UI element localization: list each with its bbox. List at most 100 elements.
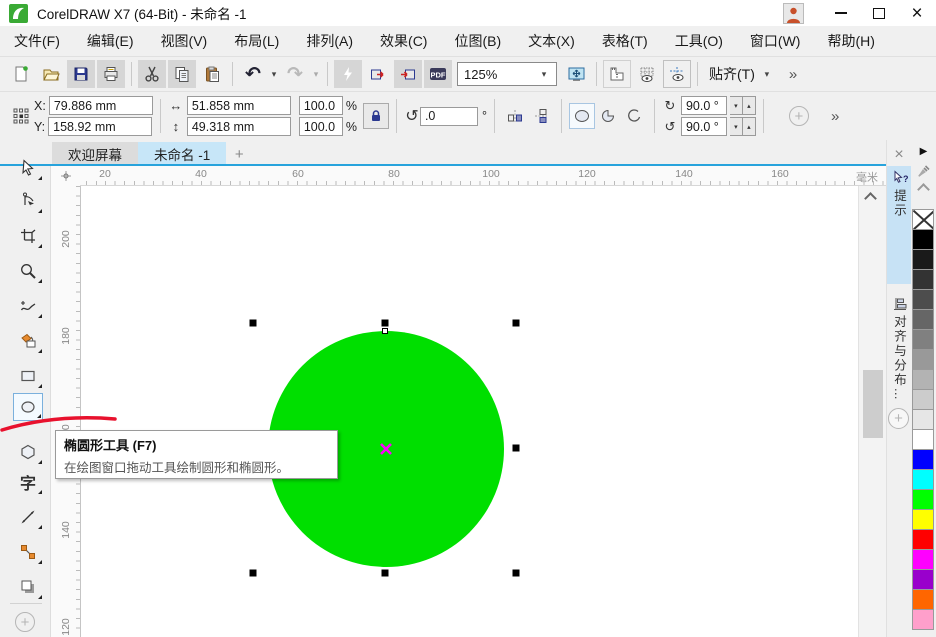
rulers-toggle-button[interactable] (603, 60, 631, 88)
handle-bottom-center[interactable] (382, 570, 389, 577)
color-swatch-gray-60[interactable] (912, 309, 934, 330)
minimize-button[interactable] (822, 1, 860, 25)
scale-horizontal-input[interactable]: 100.0 (299, 96, 343, 115)
mirror-horizontal-button[interactable] (502, 103, 528, 129)
export-button[interactable] (394, 60, 422, 88)
docker-tab-hints[interactable]: ? 提示 (887, 166, 912, 284)
new-tab-button[interactable]: + (226, 142, 252, 166)
fit-page-button[interactable] (562, 60, 590, 88)
color-eyedropper-icon[interactable] (917, 164, 931, 178)
scroll-up-button[interactable] (866, 194, 878, 206)
color-swatch-gray-30[interactable] (912, 369, 934, 390)
save-button[interactable] (67, 60, 95, 88)
menu-arrange[interactable]: 排列(A) (306, 31, 353, 51)
ellipse-node[interactable] (383, 329, 388, 334)
new-document-button[interactable] (7, 60, 35, 88)
y-position-input[interactable]: 158.92 mm (48, 117, 152, 136)
grid-toggle-button[interactable] (633, 60, 661, 88)
vertical-scrollbar[interactable] (858, 186, 886, 637)
cut-button[interactable] (138, 60, 166, 88)
paste-button[interactable] (198, 60, 226, 88)
color-swatch-gray-10[interactable] (912, 409, 934, 430)
freehand-tool[interactable] (13, 292, 43, 320)
x-position-input[interactable]: 79.886 mm (49, 96, 153, 115)
menu-file[interactable]: 文件(F) (14, 31, 60, 51)
end-angle-spin-down[interactable]: ▾ (730, 117, 743, 136)
handle-top-left[interactable] (250, 320, 257, 327)
connector-tool[interactable] (13, 538, 43, 566)
lock-ratio-button[interactable] (363, 103, 389, 129)
end-angle-input[interactable]: 90.0 ° (681, 117, 727, 136)
docker-close-button[interactable]: × (890, 146, 908, 164)
color-swatch-gray-50[interactable] (912, 329, 934, 350)
toolbar-overflow-button[interactable]: » (789, 66, 796, 83)
vertical-ruler[interactable]: 200 180 160 140 120 (51, 186, 80, 637)
menu-layout[interactable]: 布局(L) (234, 31, 279, 51)
drop-shadow-tool[interactable] (13, 573, 43, 601)
zoom-tool[interactable] (13, 257, 43, 285)
scrollbar-thumb[interactable] (863, 370, 883, 438)
quick-customize-toolbox-button[interactable]: + (15, 612, 35, 632)
color-swatch-white[interactable] (912, 429, 934, 450)
color-swatch-green[interactable] (912, 489, 934, 510)
close-button[interactable]: × (898, 1, 936, 25)
dimension-tool[interactable] (13, 503, 43, 531)
ruler-origin[interactable] (51, 166, 80, 186)
arc-mode-button[interactable] (621, 103, 647, 129)
zoom-level-combobox[interactable]: 125% ▾ (457, 62, 557, 86)
color-swatch-gray-80[interactable] (912, 269, 934, 290)
shape-tool[interactable] (13, 187, 43, 215)
object-height-input[interactable]: 49.318 mm (187, 117, 291, 136)
user-avatar[interactable] (783, 3, 804, 24)
start-angle-spin-down[interactable]: ▾ (730, 96, 743, 115)
pick-tool[interactable] (13, 154, 43, 182)
color-swatch-blue[interactable] (912, 449, 934, 470)
color-swatch-gray-70[interactable] (912, 289, 934, 310)
handle-bottom-right[interactable] (513, 570, 520, 577)
publish-pdf-button[interactable]: PDF (424, 60, 452, 88)
undo-dropdown[interactable]: ▾ (268, 69, 280, 80)
print-button[interactable] (97, 60, 125, 88)
horizontal-ruler[interactable]: 20 40 60 80 100 120 140 160 毫米 (80, 166, 886, 186)
color-swatch-yellow[interactable] (912, 509, 934, 530)
handle-bottom-left[interactable] (250, 570, 257, 577)
propbar-overflow-button[interactable]: » (831, 108, 838, 125)
import-button[interactable] (364, 60, 392, 88)
menu-table[interactable]: 表格(T) (602, 31, 648, 51)
menu-window[interactable]: 窗口(W) (750, 31, 801, 51)
color-swatch-gray-40[interactable] (912, 349, 934, 370)
quick-customize-propbar-button[interactable]: + (789, 106, 809, 126)
undo-button[interactable]: ↶ (239, 60, 267, 88)
menu-bitmaps[interactable]: 位图(B) (454, 31, 501, 51)
application-launcher-button[interactable] (334, 60, 362, 88)
end-angle-spin-up[interactable]: ▴ (743, 117, 756, 136)
rectangle-tool[interactable] (13, 362, 43, 390)
color-swatch-magenta[interactable] (912, 549, 934, 570)
text-tool[interactable]: 字 (13, 468, 43, 496)
crop-tool[interactable] (13, 222, 43, 250)
menu-text[interactable]: 文本(X) (528, 31, 575, 51)
guidelines-toggle-button[interactable] (663, 60, 691, 88)
snap-to-button[interactable]: 贴齐(T) ▾ (709, 64, 773, 84)
color-swatch-gray-90[interactable] (912, 249, 934, 270)
redo-button[interactable]: ↷ (281, 60, 309, 88)
color-swatch-gray-20[interactable] (912, 389, 934, 410)
smart-fill-tool[interactable] (13, 327, 43, 355)
menu-tools[interactable]: 工具(O) (675, 31, 723, 51)
pie-mode-button[interactable] (595, 103, 621, 129)
palette-flyout-icon[interactable]: ▶ (920, 146, 928, 157)
docker-tab-align-distribute[interactable]: 对齐与分布… (887, 292, 912, 404)
copy-button[interactable] (168, 60, 196, 88)
open-button[interactable] (37, 60, 65, 88)
menu-edit[interactable]: 编辑(E) (87, 31, 134, 51)
scale-vertical-input[interactable]: 100.0 (299, 117, 343, 136)
tab-untitled-1[interactable]: 未命名 -1 (138, 142, 226, 166)
menu-help[interactable]: 帮助(H) (827, 31, 874, 51)
object-width-input[interactable]: 51.858 mm (187, 96, 291, 115)
start-angle-input[interactable]: 90.0 ° (681, 96, 727, 115)
palette-scroll-up-icon[interactable] (917, 183, 930, 196)
menu-view[interactable]: 视图(V) (161, 31, 208, 51)
tab-welcome-screen[interactable]: 欢迎屏幕 (52, 142, 138, 166)
ellipse-tool[interactable] (13, 393, 43, 421)
color-swatch-red[interactable] (912, 529, 934, 550)
